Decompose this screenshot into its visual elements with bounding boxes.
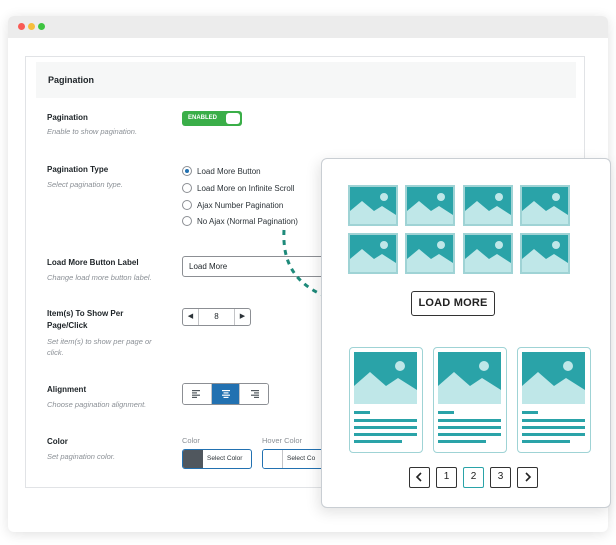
image-thumbnail — [463, 185, 513, 226]
image-icon — [522, 361, 585, 404]
page-2-button[interactable]: 2 — [463, 467, 484, 488]
prev-page-button[interactable] — [409, 467, 430, 488]
card-image — [522, 352, 585, 404]
image-thumbnail — [520, 233, 570, 274]
image-icon — [350, 193, 396, 224]
card-image — [354, 352, 417, 404]
image-thumbnail — [405, 185, 455, 226]
image-thumbnail — [520, 185, 570, 226]
image-icon — [407, 241, 453, 272]
image-icon — [438, 361, 501, 404]
image-icon — [522, 193, 568, 224]
image-icon — [350, 241, 396, 272]
image-thumbnail — [348, 185, 398, 226]
page-3-button[interactable]: 3 — [490, 467, 511, 488]
post-card — [433, 347, 507, 453]
chevron-left-icon — [415, 472, 422, 482]
image-thumbnail — [348, 233, 398, 274]
next-page-button[interactable] — [517, 467, 538, 488]
post-card — [517, 347, 591, 453]
chevron-right-icon — [525, 472, 532, 482]
image-icon — [407, 193, 453, 224]
image-thumbnail — [405, 233, 455, 274]
image-icon — [465, 241, 511, 272]
image-thumbnail — [463, 233, 513, 274]
page-1-button[interactable]: 1 — [436, 467, 457, 488]
image-icon — [522, 241, 568, 272]
image-icon — [465, 193, 511, 224]
load-more-button[interactable]: LOAD MORE — [411, 291, 495, 316]
pagination-preview: LOAD MORE 1 2 3 — [321, 158, 611, 508]
card-image — [438, 352, 501, 404]
post-card — [349, 347, 423, 453]
image-icon — [354, 361, 417, 404]
